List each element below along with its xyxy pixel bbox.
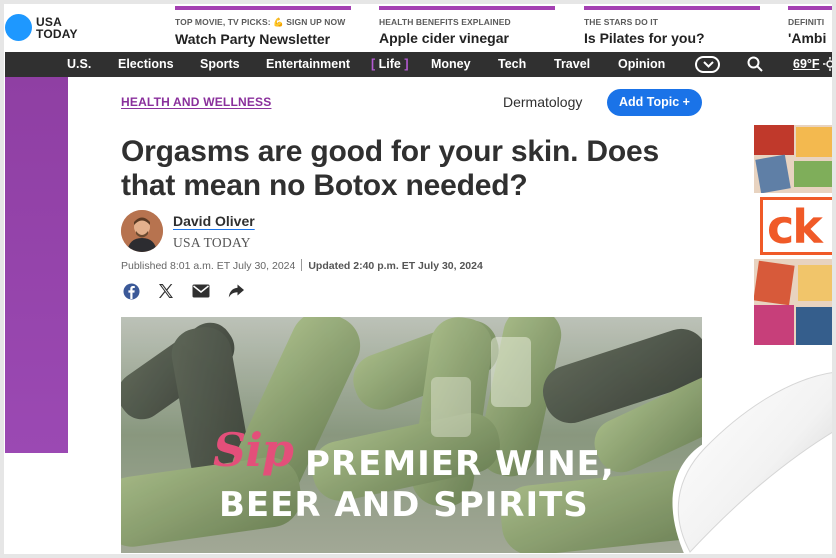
weather-icon[interactable] [823,57,836,76]
share-arrow-icon [228,284,244,297]
logo-text-line2: TODAY [36,26,78,41]
search-button[interactable] [747,56,763,77]
advertisement[interactable]: ck [754,125,836,345]
nav-item-travel[interactable]: Travel [554,52,590,77]
hero-headline-line2: BEER AND SPIRITS [219,485,589,525]
nav-item-entertainment[interactable]: Entertainment [266,52,350,77]
share-email-button[interactable] [191,281,211,301]
email-icon [192,284,210,298]
chevron-down-icon [703,61,714,68]
nav-item-elections[interactable]: Elections [118,52,174,77]
promo-kicker: DEFINITI [788,17,825,27]
hero-image[interactable]: Sip PREMIER WINE, BEER AND SPIRITS [121,317,702,553]
article-dateline: Published 8:01 a.m. ET July 30, 2024 Upda… [121,259,483,272]
hero-script-word: Sip [213,423,294,477]
nav-item-opinion[interactable]: Opinion [618,52,665,77]
nav-item-sports[interactable]: Sports [200,52,240,77]
promo-item[interactable]: HEALTH BENEFITS EXPLAINED Apple cider vi… [379,6,555,46]
promo-title: 'Ambi [788,30,827,46]
promo-title: Apple cider vinegar [379,30,509,46]
add-topic-button[interactable]: Add Topic + [607,89,702,116]
topic-link-health-wellness[interactable]: HEALTH AND WELLNESS [121,95,271,109]
nav-item-us[interactable]: U.S. [67,52,91,77]
weather-temperature[interactable]: 69°F [793,52,820,77]
author-organization: USA TODAY [173,235,251,250]
usa-today-logo[interactable]: USA TODAY [5,14,78,41]
author-avatar[interactable] [121,210,163,252]
x-icon [159,284,173,298]
promo-title: Watch Party Newsletter [175,31,331,47]
share-x-button[interactable] [156,281,176,301]
logo-text-line1: USA [36,14,62,29]
promo-title: Is Pilates for you? [584,30,705,46]
ad-logo-box: ck [760,197,836,255]
main-nav: U.S. Elections Sports Entertainment [ Li… [5,52,836,77]
promo-header: USA TODAY TOP MOVIE, TV PICKS: 💪 SIGN UP… [0,0,836,52]
published-timestamp: Published 8:01 a.m. ET July 30, 2024 [121,260,296,272]
nav-item-money[interactable]: Money [431,52,471,77]
nav-item-life[interactable]: [ Life ] [371,52,409,77]
promo-item[interactable]: TOP MOVIE, TV PICKS: 💪 SIGN UP NOW Watch… [175,6,351,47]
promo-accent-bar [584,6,760,10]
topic-dermatology[interactable]: Dermatology [503,94,582,110]
more-menu-button[interactable] [695,56,720,73]
updated-timestamp: Updated 2:40 p.m. ET July 30, 2024 [308,260,483,272]
facebook-icon [123,283,139,299]
promo-accent-bar [379,6,555,10]
hero-headline-line1: PREMIER WINE, [305,444,615,484]
promo-kicker: TOP MOVIE, TV PICKS: 💪 SIGN UP NOW [175,17,346,27]
article-headline: Orgasms are good for your skin. Does tha… [121,135,659,202]
promo-kicker: THE STARS DO IT [584,17,659,27]
share-facebook-button[interactable] [121,281,141,301]
promo-item[interactable]: THE STARS DO IT Is Pilates for you? [584,6,760,46]
promo-item[interactable]: DEFINITI 'Ambi [788,6,836,46]
nav-item-tech[interactable]: Tech [498,52,526,77]
promo-accent-bar [788,6,836,10]
promo-accent-bar [175,6,351,10]
dateline-divider [301,259,303,271]
promo-kicker: HEALTH BENEFITS EXPLAINED [379,17,511,27]
logo-dot [5,14,32,41]
section-color-band [5,77,68,453]
share-more-button[interactable] [226,281,246,301]
ad-logo-text: ck [767,200,823,254]
author-name-link[interactable]: David Oliver [173,213,255,229]
search-icon [747,56,763,72]
nav-item-life-label: Life [378,57,401,71]
